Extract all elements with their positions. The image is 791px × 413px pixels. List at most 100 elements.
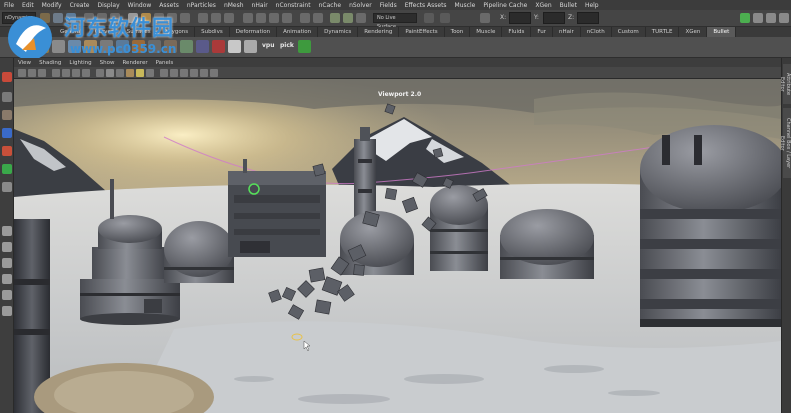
mask-misc-icon[interactable]	[224, 13, 234, 23]
move-tool-icon[interactable]	[2, 128, 12, 138]
panel-menu-panels[interactable]: Panels	[152, 60, 178, 66]
shelf-tab-deformation[interactable]: Deformation	[230, 27, 278, 37]
menu-muscle[interactable]: Muscle	[451, 2, 480, 9]
channel-box-toggle-icon[interactable]	[779, 13, 789, 23]
wireframe-on-shaded-icon[interactable]	[116, 69, 124, 77]
show-manipulator-icon[interactable]	[2, 182, 12, 192]
layout-hypershade-icon[interactable]	[2, 306, 12, 316]
attribute-editor-toggle-icon[interactable]	[753, 13, 763, 23]
input-ops-icon[interactable]	[300, 13, 310, 23]
y-field[interactable]	[543, 12, 565, 24]
panel-menu-shading[interactable]: Shading	[35, 60, 65, 66]
menu-help[interactable]: Help	[581, 2, 603, 9]
menu-nconstraint[interactable]: nConstraint	[272, 2, 315, 9]
shelf-tab-turtle[interactable]: TURTLE	[646, 27, 680, 37]
grid-toggle-icon[interactable]	[62, 69, 70, 77]
shelf-tab-toon[interactable]: Toon	[445, 27, 471, 37]
viewport-3d[interactable]: Viewport 2.0	[14, 79, 781, 413]
shadows-icon[interactable]	[146, 69, 154, 77]
live-surface-field[interactable]: No Live Surface	[373, 13, 417, 30]
shelf-tab-muscle[interactable]: Muscle	[470, 27, 503, 37]
menu-window[interactable]: Window	[124, 2, 156, 9]
isolate-select-icon[interactable]	[160, 69, 168, 77]
panel-menu-lighting[interactable]: Lighting	[65, 60, 95, 66]
vpu-label[interactable]: vpu	[262, 42, 274, 49]
snap-curve-icon[interactable]	[256, 13, 266, 23]
output-ops-icon[interactable]	[313, 13, 323, 23]
menu-edit[interactable]: Edit	[18, 2, 38, 9]
ambient-occlusion-icon[interactable]	[190, 69, 198, 77]
panel-menu-view[interactable]: View	[14, 60, 35, 66]
shelf-tab-rendering[interactable]: Rendering	[358, 27, 400, 37]
scale-tool-icon[interactable]	[2, 164, 12, 174]
menu-bullet[interactable]: Bullet	[556, 2, 581, 9]
anti-aliasing-icon[interactable]	[210, 69, 218, 77]
menu-file[interactable]: File	[0, 2, 18, 9]
camera-attributes-icon[interactable]	[28, 69, 36, 77]
shelf-tab-ncloth[interactable]: nCloth	[581, 27, 612, 37]
menu-nsolver[interactable]: nSolver	[345, 2, 376, 9]
tool-settings-toggle-icon[interactable]	[766, 13, 776, 23]
menu-pipeline-cache[interactable]: Pipeline Cache	[479, 2, 531, 9]
bullet-bowling-icon[interactable]	[228, 40, 241, 53]
lights-icon[interactable]	[136, 69, 144, 77]
bookmark-icon[interactable]	[38, 69, 46, 77]
menu-xgen[interactable]: XGen	[531, 2, 555, 9]
layout-side-by-side-icon[interactable]	[2, 258, 12, 268]
rotate-tool-icon[interactable]	[2, 146, 12, 156]
menu-nhair[interactable]: nHair	[248, 2, 272, 9]
modeling-toolkit-icon[interactable]	[740, 13, 750, 23]
panel-menu-renderer[interactable]: Renderer	[118, 60, 151, 66]
layout-single-icon[interactable]	[2, 226, 12, 236]
menu-modify[interactable]: Modify	[38, 2, 66, 9]
shelf-tab-dynamics[interactable]: Dynamics	[318, 27, 359, 37]
render-current-frame-icon[interactable]	[330, 13, 340, 23]
xray-icon[interactable]	[170, 69, 178, 77]
x-field[interactable]	[509, 12, 531, 24]
z-field[interactable]	[577, 12, 599, 24]
menu-display[interactable]: Display	[94, 2, 124, 9]
ipr-render-icon[interactable]	[343, 13, 353, 23]
layout-four-icon[interactable]	[2, 242, 12, 252]
snap-grid-icon[interactable]	[243, 13, 253, 23]
symmetry-icon[interactable]	[424, 13, 434, 23]
motion-blur-icon[interactable]	[200, 69, 208, 77]
shelf-tab-painteffects[interactable]: PaintEffects	[399, 27, 445, 37]
menu-assets[interactable]: Assets	[155, 2, 183, 9]
layout-persp-graph-icon[interactable]	[2, 274, 12, 284]
shelf-tab-animation[interactable]: Animation	[277, 27, 319, 37]
bullet-rubble-icon[interactable]	[244, 40, 257, 53]
shelf-tab-nhair[interactable]: nHair	[553, 27, 581, 37]
render-settings-icon[interactable]	[356, 13, 366, 23]
scene-render[interactable]	[14, 79, 781, 413]
shelf-tab-fluids[interactable]: Fluids	[502, 27, 532, 37]
menu-nparticles[interactable]: nParticles	[183, 2, 220, 9]
menu-nmesh[interactable]: nMesh	[220, 2, 248, 9]
snap-view-plane-icon[interactable]	[282, 13, 292, 23]
textured-icon[interactable]	[126, 69, 134, 77]
lasso-tool-icon[interactable]	[2, 92, 12, 102]
resolution-gate-icon[interactable]	[82, 69, 90, 77]
menu-effects-assets[interactable]: Effects Assets	[401, 2, 451, 9]
menu-create[interactable]: Create	[66, 2, 94, 9]
shelf-tab-bullet[interactable]: Bullet	[707, 27, 737, 37]
xray-joints-icon[interactable]	[180, 69, 188, 77]
channel-box-tab[interactable]: Channel Box / Layer Editor	[779, 108, 791, 178]
smooth-shade-icon[interactable]	[106, 69, 114, 77]
attribute-editor-tab[interactable]: Attribute Editor	[779, 64, 791, 104]
bullet-delete-icon[interactable]	[212, 40, 225, 53]
select-tool-icon[interactable]	[2, 72, 12, 82]
snap-point-icon[interactable]	[269, 13, 279, 23]
shelf-tab-xgen[interactable]: XGen	[679, 27, 708, 37]
bullet-play-icon[interactable]	[298, 40, 311, 53]
pick-label[interactable]: pick	[280, 42, 294, 49]
menu-fields[interactable]: Fields	[376, 2, 401, 9]
layout-outliner-icon[interactable]	[2, 290, 12, 300]
transform-mode-icon[interactable]	[480, 13, 490, 23]
shelf-tab-fur[interactable]: Fur	[531, 27, 554, 37]
shelf-tab-custom[interactable]: Custom	[612, 27, 646, 37]
film-gate-icon[interactable]	[72, 69, 80, 77]
paint-select-tool-icon[interactable]	[2, 110, 12, 120]
menu-ncache[interactable]: nCache	[315, 2, 345, 9]
panel-menu-show[interactable]: Show	[96, 60, 119, 66]
